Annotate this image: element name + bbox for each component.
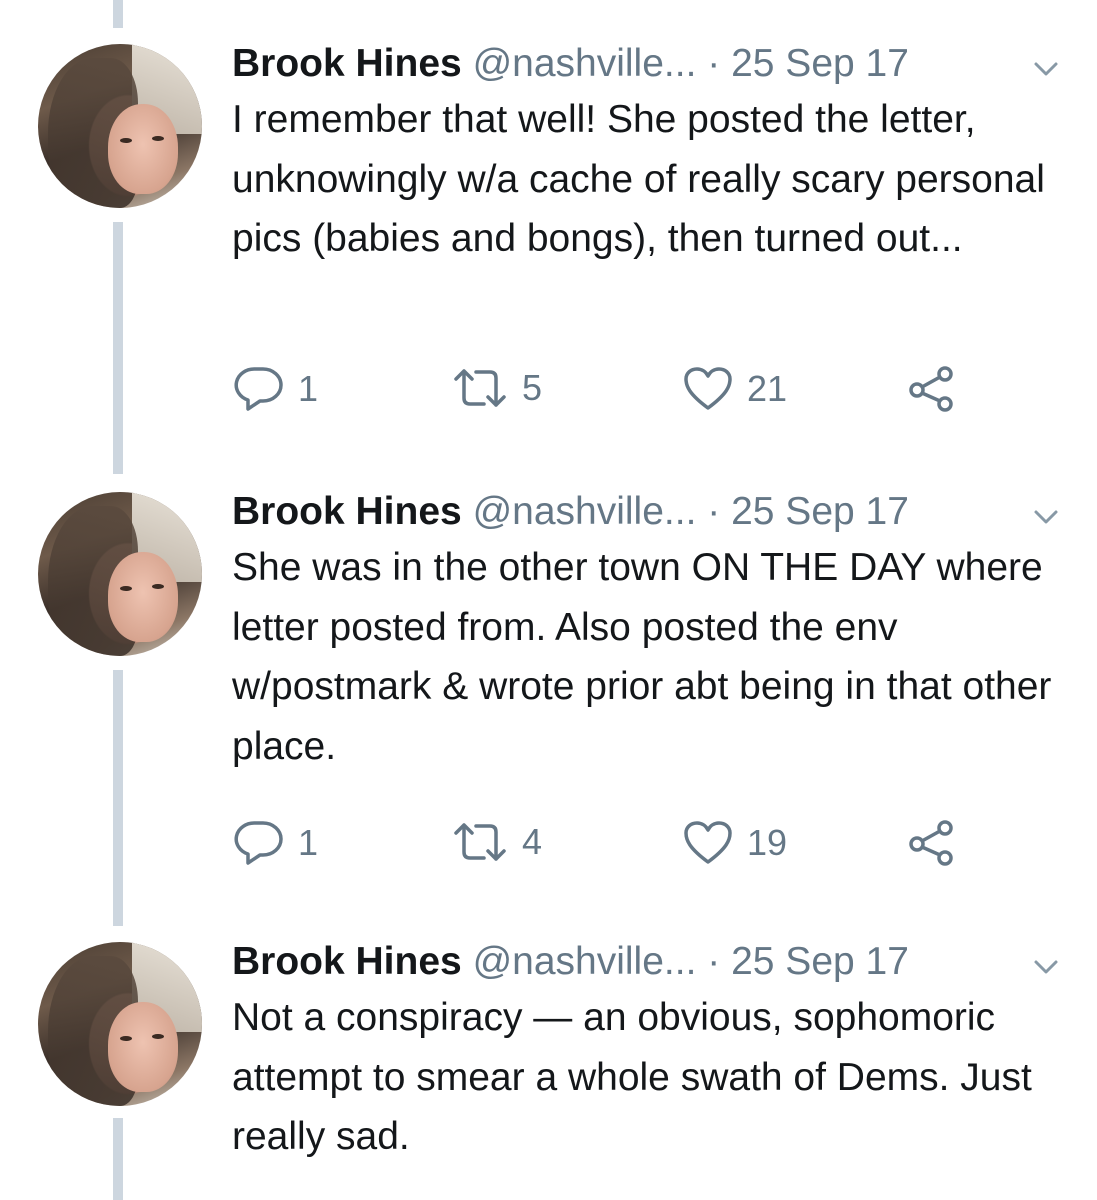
thread-line — [113, 1118, 123, 1200]
reply-count: 1 — [298, 822, 319, 863]
thread-line — [113, 670, 123, 926]
tweet-text: I remember that well! She posted the let… — [232, 98, 1045, 260]
retweet-count: 4 — [522, 821, 543, 862]
author-name[interactable]: Brook Hines — [232, 42, 462, 85]
reply-icon — [234, 821, 283, 865]
thread-line — [113, 222, 123, 474]
share-button[interactable] — [907, 820, 957, 866]
tweet-date[interactable]: · 25 Sep 17 — [707, 940, 909, 983]
avatar[interactable] — [38, 44, 202, 208]
retweet-icon — [454, 823, 506, 861]
like-count: 19 — [747, 822, 788, 863]
tweet-date[interactable]: · 25 Sep 17 — [707, 490, 909, 533]
tweet-header: Brook Hines @nashville... · 25 Sep 17 — [232, 488, 909, 536]
author-handle[interactable]: @nashville... — [473, 42, 697, 85]
author-handle[interactable]: @nashville... — [473, 490, 697, 533]
tweet-actions: 1 5 21 — [0, 366, 1097, 416]
tweet-header: Brook Hines @nashville... · 25 Sep 17 — [232, 40, 909, 88]
like-count: 21 — [747, 368, 788, 409]
chevron-down-icon[interactable] — [1031, 58, 1061, 80]
heart-icon — [684, 821, 732, 864]
author-name[interactable]: Brook Hines — [232, 940, 462, 983]
tweet-text: She was in the other town ON THE DAY whe… — [232, 546, 1052, 768]
heart-icon — [684, 367, 732, 410]
avatar[interactable] — [38, 492, 202, 656]
tweet-actions: 1 4 19 — [0, 820, 1097, 870]
author-handle[interactable]: @nashville... — [473, 940, 697, 983]
like-button[interactable]: 21 — [683, 366, 787, 412]
retweet-button[interactable]: 4 — [452, 820, 542, 864]
avatar[interactable] — [38, 942, 202, 1106]
author-name[interactable]: Brook Hines — [232, 490, 462, 533]
share-icon — [909, 820, 953, 866]
reply-count: 1 — [298, 368, 319, 409]
reply-icon — [234, 367, 283, 411]
reply-button[interactable]: 1 — [234, 820, 318, 866]
retweet-icon — [454, 369, 506, 407]
reply-button[interactable]: 1 — [234, 366, 318, 412]
chevron-down-icon[interactable] — [1031, 956, 1061, 978]
tweet-text: Not a conspiracy — an obvious, sophomori… — [232, 996, 1032, 1158]
share-icon — [909, 366, 953, 412]
like-button[interactable]: 19 — [683, 820, 787, 866]
thread-line — [113, 0, 123, 28]
chevron-down-icon[interactable] — [1031, 506, 1061, 528]
retweet-count: 5 — [522, 367, 543, 408]
tweet-header: Brook Hines @nashville... · 25 Sep 17 — [232, 938, 909, 986]
share-button[interactable] — [907, 366, 957, 412]
retweet-button[interactable]: 5 — [452, 366, 542, 410]
tweet-date[interactable]: · 25 Sep 17 — [707, 42, 909, 85]
